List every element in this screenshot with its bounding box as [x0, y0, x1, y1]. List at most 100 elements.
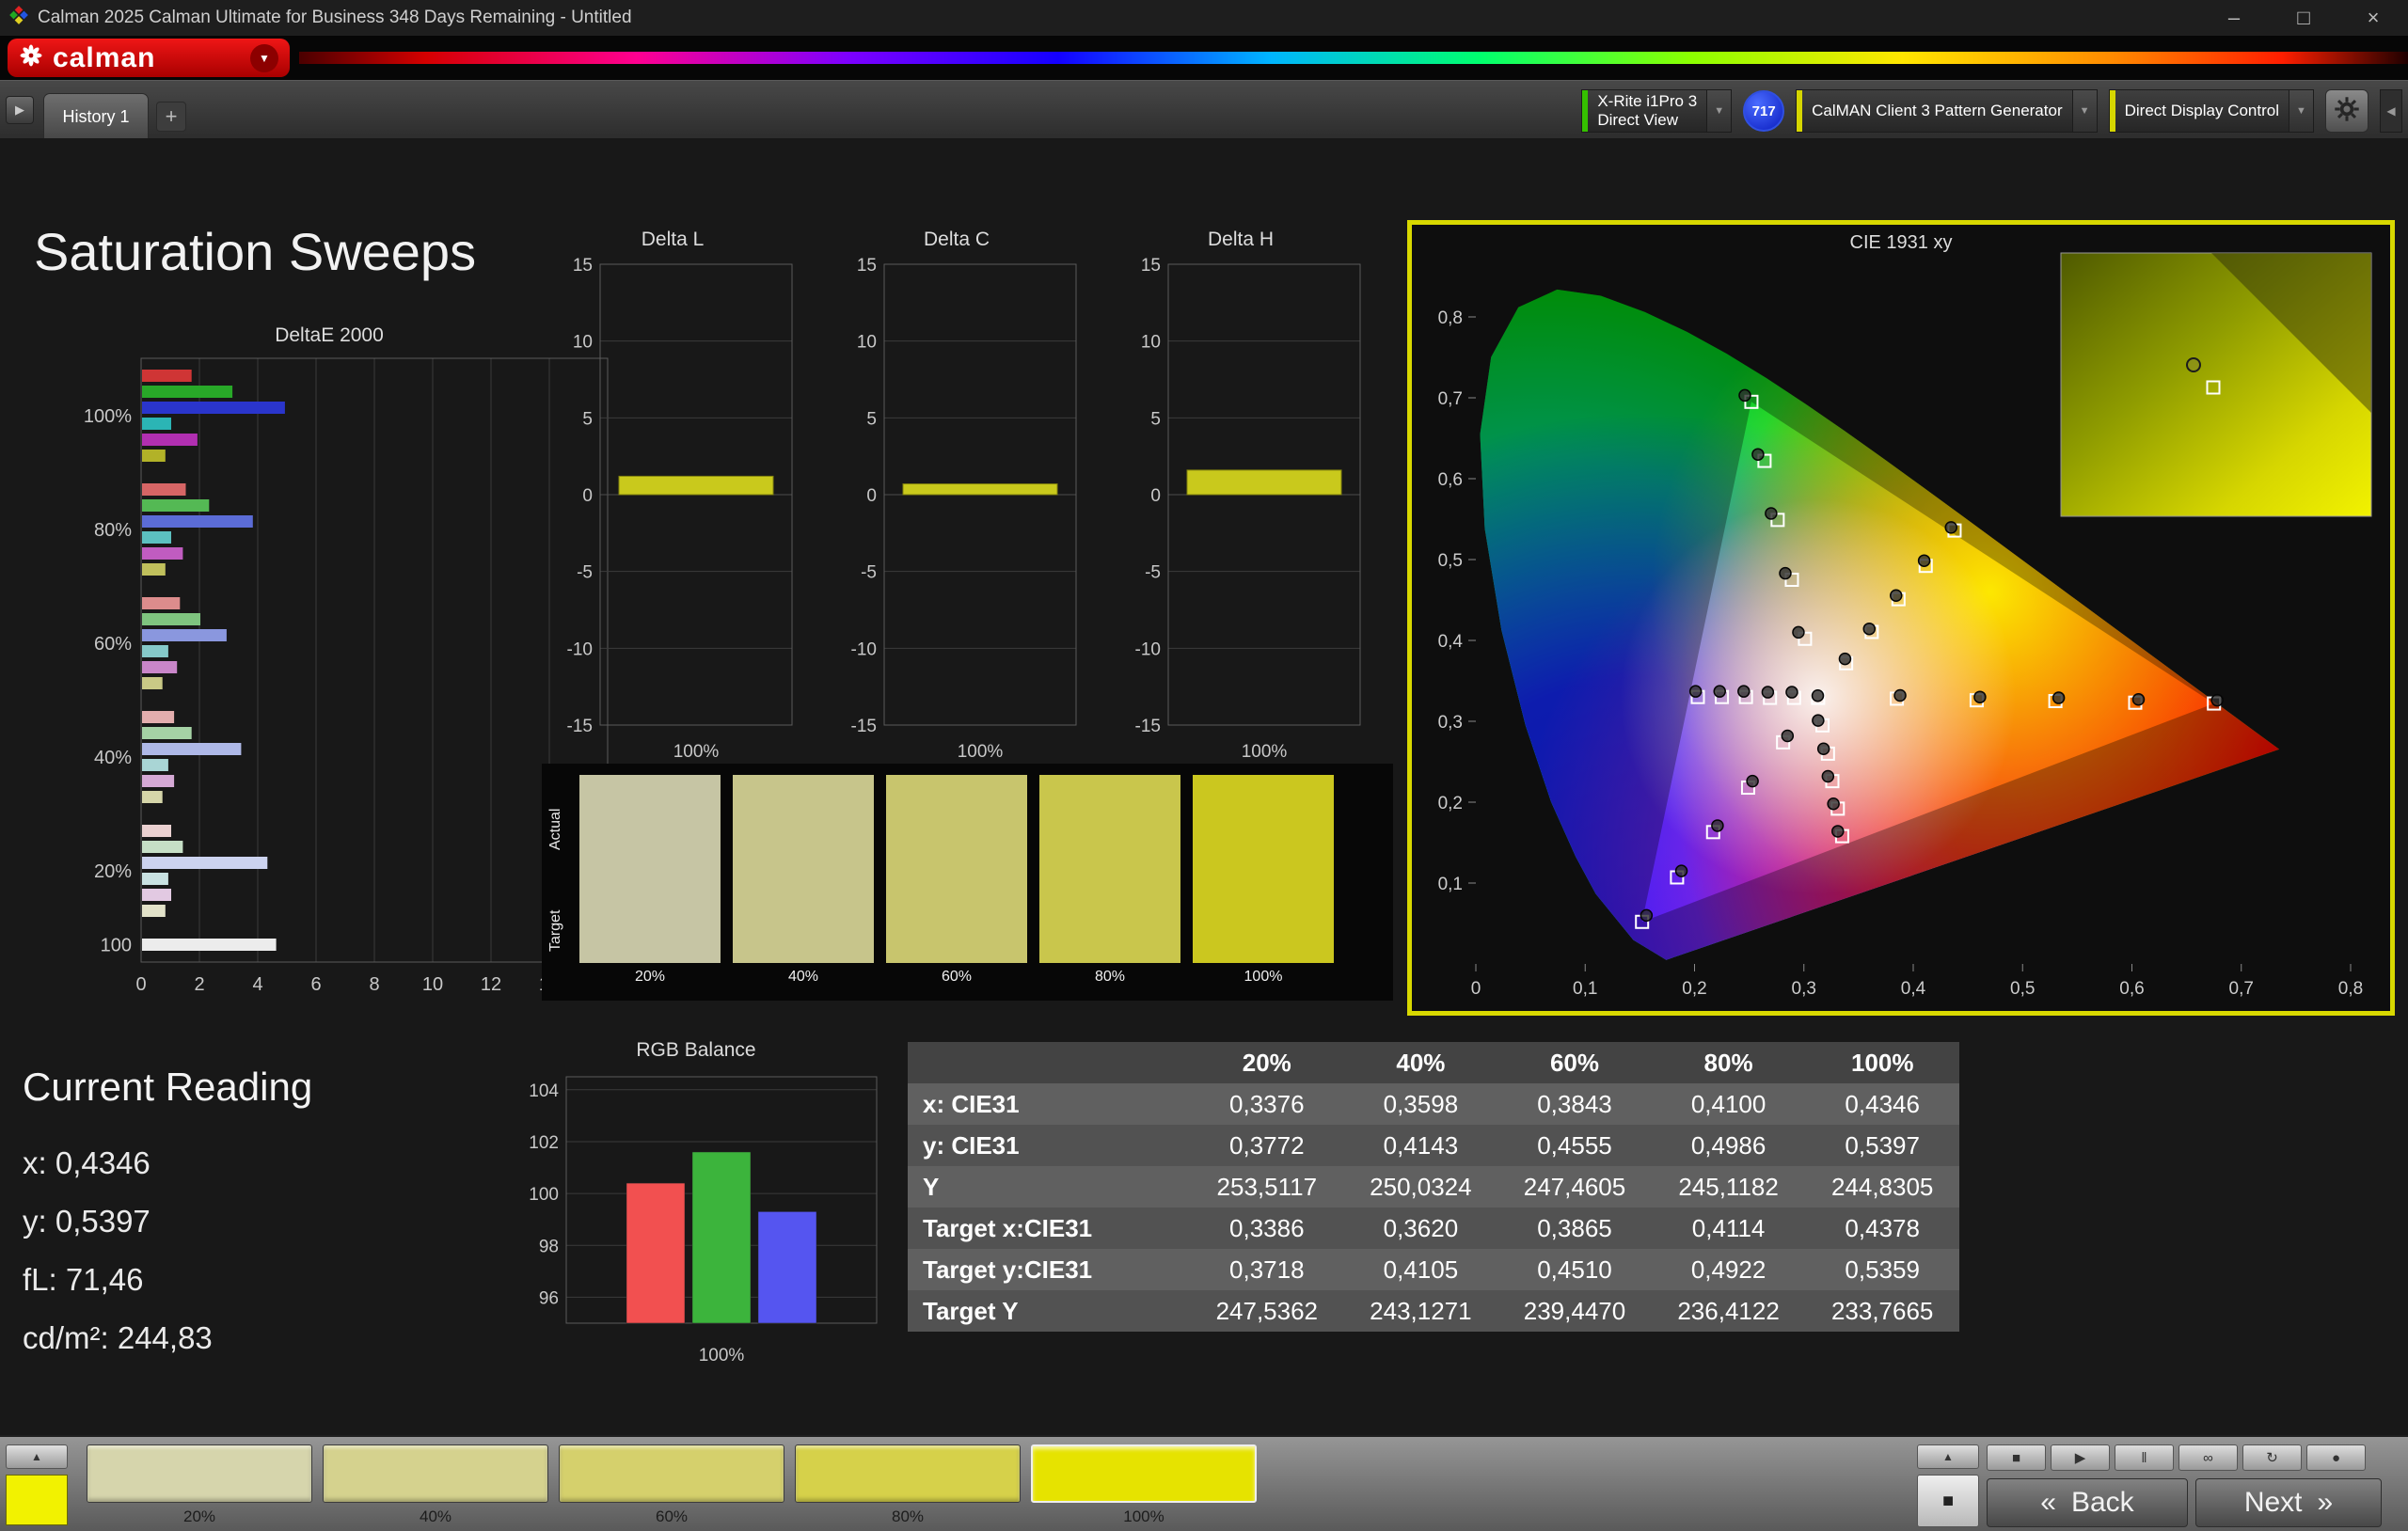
meter-mode: Direct View	[1597, 111, 1678, 129]
pattern-generator-label: CalMAN Client 3 Pattern Generator	[1812, 102, 2063, 119]
svg-text:40%: 40%	[94, 748, 132, 768]
title-bar: Calman 2025 Calman Ultimate for Business…	[0, 0, 2408, 36]
tab-history-1[interactable]: History 1	[43, 93, 149, 139]
table-cell: 0,4378	[1845, 1213, 1920, 1242]
svg-text:4: 4	[252, 974, 262, 995]
display-control-label: Direct Display Control	[2124, 102, 2279, 119]
table-cell: 0,4986	[1690, 1130, 1766, 1160]
refresh-button[interactable]: ↻	[2242, 1444, 2302, 1471]
svg-text:100: 100	[529, 1185, 559, 1205]
svg-text:-5: -5	[1145, 563, 1161, 583]
table-header-cell: 60%	[1549, 1048, 1599, 1077]
cie-chart-title: CIE 1931 xy	[1849, 232, 1953, 253]
meter-name: X-Rite i1Pro 3	[1597, 92, 1698, 110]
record-icon: ●	[2331, 1449, 2341, 1466]
close-button[interactable]: ×	[2338, 0, 2408, 36]
pattern-buttons: 20% 40% 60% 80% 100%	[87, 1444, 1257, 1526]
loop-button[interactable]: ∞	[2178, 1444, 2238, 1471]
table-header-cell: 40%	[1396, 1048, 1446, 1077]
svg-text:100%: 100%	[699, 1346, 745, 1365]
swatch-column: 100%	[1193, 775, 1334, 986]
next-button[interactable]: Next »	[2195, 1478, 2382, 1527]
actual-target-swatch-strip: Actual Target 20% 40% 60% 80% 100%	[542, 764, 1393, 1001]
settings-button[interactable]	[2325, 89, 2368, 133]
pattern-popout-button[interactable]: ▲	[6, 1444, 68, 1469]
svg-text:80%: 80%	[94, 520, 132, 541]
svg-text:100%: 100%	[84, 406, 132, 427]
pattern-button-label: 100%	[1123, 1507, 1164, 1525]
logo-menu-button[interactable]: ▼	[250, 43, 278, 72]
record-button[interactable]: ●	[2306, 1444, 2366, 1471]
svg-text:0,2: 0,2	[1682, 979, 1706, 999]
table-cell: 0,3598	[1383, 1089, 1459, 1118]
pattern-window-button[interactable]: ■	[1917, 1475, 1979, 1527]
svg-text:0,8: 0,8	[1438, 308, 1463, 328]
stop-button[interactable]: ■	[1987, 1444, 2046, 1471]
play-button[interactable]: ▶	[2051, 1444, 2110, 1471]
current-reading-panel: Current Reading x: 0,4346 y: 0,5397 fL: …	[23, 1065, 312, 1367]
table-cell: 239,4470	[1523, 1296, 1626, 1325]
meter-dropdown[interactable]: X-Rite i1Pro 3 Direct View ▼	[1581, 89, 1733, 133]
transport-popout-button[interactable]: ▲	[1917, 1444, 1979, 1469]
rgb-balance-chart-title: RGB Balance	[636, 1039, 756, 1061]
pattern-button-label: 40%	[419, 1507, 452, 1525]
pattern-button-40%[interactable]	[323, 1444, 548, 1503]
color-swatch	[886, 775, 1027, 963]
rgb-balance-chart-svg: 96 98 100 102 104 100%	[529, 1076, 878, 1365]
deltae2000-chart-title: DeltaE 2000	[275, 324, 384, 346]
color-swatch	[1193, 775, 1334, 963]
svg-text:0,7: 0,7	[1438, 389, 1463, 409]
table-cell: 245,1182	[1678, 1172, 1779, 1201]
workflow-expand-button[interactable]: ▶	[6, 96, 34, 124]
pattern-button-60%[interactable]	[559, 1444, 784, 1503]
table-header-cell: 20%	[1242, 1048, 1291, 1077]
collapse-panel-button[interactable]: ◀	[2380, 89, 2402, 133]
svg-text:0,1: 0,1	[1438, 875, 1463, 894]
table-cell: 0,3620	[1383, 1213, 1459, 1242]
pattern-generator-dropdown[interactable]: CalMAN Client 3 Pattern Generator ▼	[1796, 89, 2098, 133]
pattern-button-wrap: 20%	[87, 1444, 312, 1526]
pattern-button-label: 80%	[891, 1507, 925, 1525]
current-reading-x: x: 0,4346	[23, 1145, 150, 1180]
pattern-button-wrap: 60%	[559, 1444, 784, 1526]
pattern-button-wrap: 100%	[1031, 1444, 1257, 1526]
screen-controls: ▲ ■	[1917, 1444, 1979, 1527]
maximize-button[interactable]: □	[2269, 0, 2338, 36]
pattern-button-wrap: 40%	[323, 1444, 548, 1526]
calman-wordmark: calman	[53, 41, 156, 73]
table-cell: 233,7665	[1830, 1296, 1934, 1325]
pattern-button-20%[interactable]	[87, 1444, 312, 1503]
svg-text:100: 100	[101, 936, 132, 956]
tab-bar: ▶ History 1 + X-Rite i1Pro 3 Direct View…	[0, 80, 2408, 139]
pause-icon: ‖	[2141, 1449, 2147, 1466]
rainbow-stripe	[299, 52, 2408, 64]
chevron-down-icon: ▼	[1706, 90, 1732, 132]
add-tab-button[interactable]: +	[156, 102, 186, 132]
table-cell: 0,4143	[1383, 1130, 1459, 1160]
app-window: Calman 2025 Calman Ultimate for Business…	[0, 0, 2408, 1531]
svg-text:0,6: 0,6	[2119, 979, 2144, 999]
svg-text:100%: 100%	[1242, 742, 1288, 762]
transport-buttons: ■ ▶ ‖ ∞ ↻ ●	[1987, 1444, 2366, 1471]
deltae2000-chart-svg: 02468101214100%80%60%40%20%100	[84, 357, 609, 995]
svg-text:0,8: 0,8	[2338, 979, 2363, 999]
svg-text:-5: -5	[861, 563, 877, 583]
table-row-label: Y	[923, 1172, 940, 1201]
svg-text:0,6: 0,6	[1438, 470, 1463, 490]
chevron-down-icon: ▼	[2071, 90, 2097, 132]
pause-button[interactable]: ‖	[2115, 1444, 2174, 1471]
app-logo-icon	[9, 6, 28, 30]
display-control-dropdown[interactable]: Direct Display Control ▼	[2108, 89, 2314, 133]
svg-text:0,3: 0,3	[1438, 713, 1463, 733]
table-row-label: x: CIE31	[923, 1089, 1020, 1118]
color-swatch	[1039, 775, 1180, 963]
svg-text:8: 8	[369, 974, 379, 995]
minimize-button[interactable]: –	[2199, 0, 2269, 36]
svg-text:0: 0	[1471, 979, 1481, 999]
pattern-button-100%[interactable]	[1031, 1444, 1257, 1503]
table-row-label: y: CIE31	[923, 1130, 1020, 1160]
pattern-button-80%[interactable]	[795, 1444, 1021, 1503]
table-cell: 0,4510	[1537, 1255, 1612, 1284]
play-icon: ▶	[2074, 1450, 2086, 1466]
back-button[interactable]: « Back	[1987, 1478, 2188, 1527]
